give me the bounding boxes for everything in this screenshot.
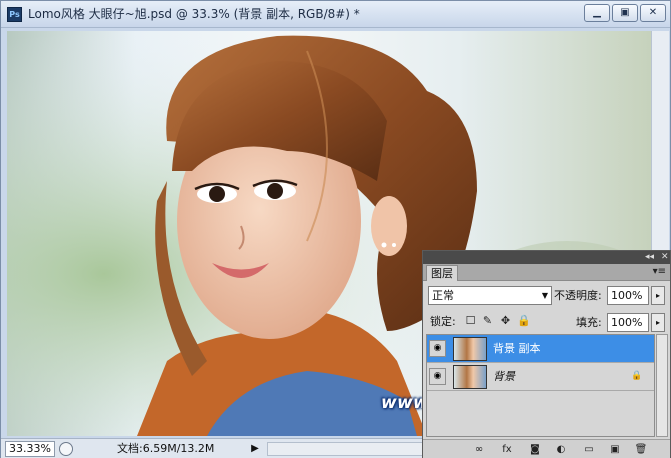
lock-label: 锁定: xyxy=(430,315,456,328)
title-bar[interactable]: Ps Lomo风格 大眼仔~旭.psd @ 33.3% (背景 副本, RGB/… xyxy=(1,1,670,28)
lock-all-icon[interactable]: 🔒 xyxy=(517,314,531,327)
layers-list: ◉ 背景 副本 ◉ 背景 🔒 xyxy=(426,334,655,437)
layer-name: 背景 副本 xyxy=(493,342,541,355)
minimize-button[interactable]: ▁ xyxy=(584,4,610,22)
adjustment-layer-icon[interactable]: ◐ xyxy=(553,443,569,457)
eye-icon[interactable]: ◉ xyxy=(429,340,446,357)
fill-slider-button[interactable]: ▸ xyxy=(651,313,665,332)
status-info-icon[interactable] xyxy=(59,442,73,456)
new-group-icon[interactable]: ▭ xyxy=(581,443,597,457)
opacity-label: 不透明度: xyxy=(554,289,602,302)
fill-label: 填充: xyxy=(576,316,602,329)
fill-field[interactable]: 100% xyxy=(607,313,649,332)
lock-icon: 🔒 xyxy=(631,371,643,381)
horizontal-scrollbar[interactable] xyxy=(267,442,423,456)
add-mask-icon[interactable]: ◙ xyxy=(527,443,543,457)
blend-mode-value: 正常 xyxy=(432,289,454,302)
panel-footer: ∞ fx ◙ ◐ ▭ ▣ 🗑 xyxy=(423,439,670,458)
layer-name: 背景 xyxy=(493,370,515,383)
layer-thumbnail xyxy=(453,337,487,361)
lock-position-icon[interactable]: ✥ xyxy=(499,314,512,327)
eye-icon[interactable]: ◉ xyxy=(429,368,446,385)
chevron-down-icon: ▼ xyxy=(541,291,548,300)
link-layers-icon[interactable]: ∞ xyxy=(471,443,487,457)
layers-scrollbar[interactable] xyxy=(656,334,668,437)
panel-menu-icon[interactable]: ▾≡ xyxy=(653,266,666,278)
status-menu-arrow-icon[interactable]: ▶ xyxy=(248,442,262,456)
lock-transparency-icon[interactable]: ☐ xyxy=(464,314,477,327)
tab-layers[interactable]: 图层 xyxy=(426,265,458,281)
zoom-field[interactable]: 33.33% xyxy=(5,441,55,457)
panel-tab-row: 图层 ▾≡ xyxy=(423,264,670,281)
layer-row[interactable]: ◉ 背景 🔒 xyxy=(427,363,654,391)
layer-style-icon[interactable]: fx xyxy=(499,443,515,457)
photoshop-icon: Ps xyxy=(7,7,22,22)
panel-header[interactable]: ◂◂ ✕ xyxy=(423,251,670,264)
collapse-icon[interactable]: ◂◂ xyxy=(645,252,654,263)
lock-pixels-icon[interactable]: ✎ xyxy=(481,314,494,327)
opacity-field[interactable]: 100% xyxy=(607,286,649,305)
document-size: 文档:6.59M/13.2M xyxy=(117,442,215,455)
layer-thumbnail xyxy=(453,365,487,389)
window-controls: ▁ ▣ ✕ xyxy=(584,4,666,22)
delete-layer-icon[interactable]: 🗑 xyxy=(633,443,649,457)
opacity-slider-button[interactable]: ▸ xyxy=(651,286,665,305)
panel-close-icon[interactable]: ✕ xyxy=(661,252,669,263)
close-button[interactable]: ✕ xyxy=(640,4,666,22)
new-layer-icon[interactable]: ▣ xyxy=(607,443,623,457)
document-title: Lomo风格 大眼仔~旭.psd @ 33.3% (背景 副本, RGB/8#)… xyxy=(28,7,360,21)
layers-panel: ◂◂ ✕ 图层 ▾≡ 正常 ▼ 不透明度: 100% ▸ 锁定: ☐ ✎ ✥ 🔒… xyxy=(422,250,671,458)
blend-mode-select[interactable]: 正常 ▼ xyxy=(428,286,552,305)
restore-button[interactable]: ▣ xyxy=(612,4,638,22)
layer-row[interactable]: ◉ 背景 副本 xyxy=(427,335,654,363)
